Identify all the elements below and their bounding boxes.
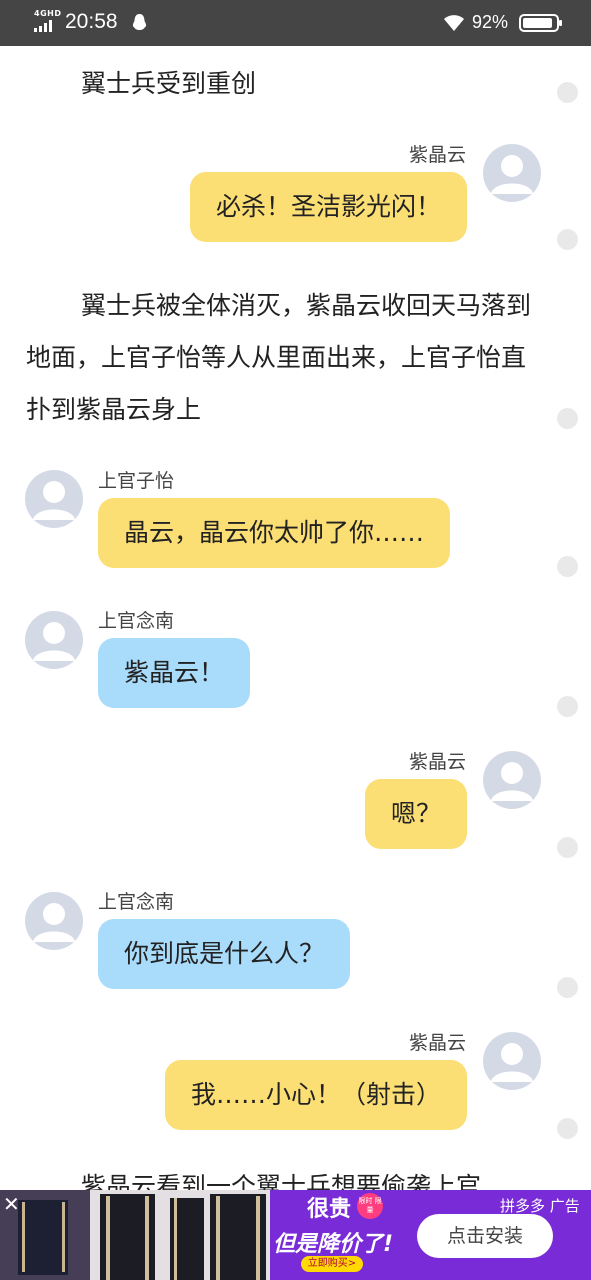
- comment-dot[interactable]: [557, 977, 578, 998]
- comment-dot[interactable]: [557, 82, 578, 103]
- comment-dot[interactable]: [557, 408, 578, 429]
- speaker-name: 紫晶云: [408, 1032, 466, 1054]
- signal-icon: [34, 20, 56, 32]
- speaker-name: 紫晶云: [408, 144, 466, 166]
- close-icon[interactable]: ✕: [3, 1194, 23, 1214]
- ad-headline: 但是降价了!: [273, 1232, 394, 1257]
- battery-level: [523, 18, 552, 28]
- avatar[interactable]: [25, 470, 83, 528]
- comment-dot[interactable]: [557, 837, 578, 858]
- battery-percent: 92%: [472, 12, 509, 32]
- story-paragraph: 翼士兵被全体消灭，紫晶云收回天马落到地面，上官子怡等人从里面出来，上官子怡直扑到…: [26, 291, 532, 424]
- chat-bubble: 嗯？: [364, 779, 467, 849]
- speaker-name: 上官念南: [98, 891, 175, 913]
- ad-tag-badge: 限时 限量: [357, 1193, 383, 1219]
- ad-banner[interactable]: ✕ 很贵 限时 限量 但是降价了! 立即购买> 拼多多 广告 点击安装: [0, 1190, 591, 1280]
- install-button[interactable]: 点击安装: [417, 1214, 553, 1258]
- avatar[interactable]: [483, 751, 541, 809]
- story-paragraph: 翼士兵受到重创: [81, 69, 257, 98]
- clock: 20:58: [65, 10, 118, 33]
- avatar[interactable]: [25, 611, 83, 669]
- comment-dot[interactable]: [557, 1118, 578, 1139]
- speaker-name: 紫晶云: [408, 751, 466, 773]
- ad-product-image[interactable]: [90, 1190, 270, 1280]
- chat-bubble: 晶云，晶云你太帅了你……: [98, 498, 451, 568]
- comment-dot[interactable]: [557, 556, 578, 577]
- avatar[interactable]: [483, 1032, 541, 1090]
- battery-icon: [519, 14, 562, 32]
- speaker-name: 上官念南: [98, 610, 175, 632]
- ad-buy-button[interactable]: 立即购买>: [301, 1256, 363, 1272]
- chat-bubble: 我……小心！（射击）: [164, 1060, 467, 1130]
- qq-penguin-icon: [132, 14, 147, 30]
- avatar[interactable]: [25, 892, 83, 950]
- chat-bubble: 紫晶云！: [98, 638, 251, 708]
- network-type: 4GHD: [34, 9, 62, 18]
- status-bar: 4GHD 20:58 92%: [0, 0, 591, 46]
- comment-dot[interactable]: [557, 229, 578, 250]
- comment-dot[interactable]: [557, 696, 578, 717]
- ad-label: 拼多多 广告: [500, 1197, 580, 1215]
- ad-headline: 很贵: [307, 1197, 352, 1222]
- wifi-icon: [444, 15, 464, 31]
- speaker-name: 上官子怡: [98, 470, 175, 492]
- chat-bubble: 你到底是什么人？: [98, 919, 351, 989]
- avatar[interactable]: [483, 144, 541, 202]
- chat-bubble: 必杀！圣洁影光闪！: [189, 172, 467, 242]
